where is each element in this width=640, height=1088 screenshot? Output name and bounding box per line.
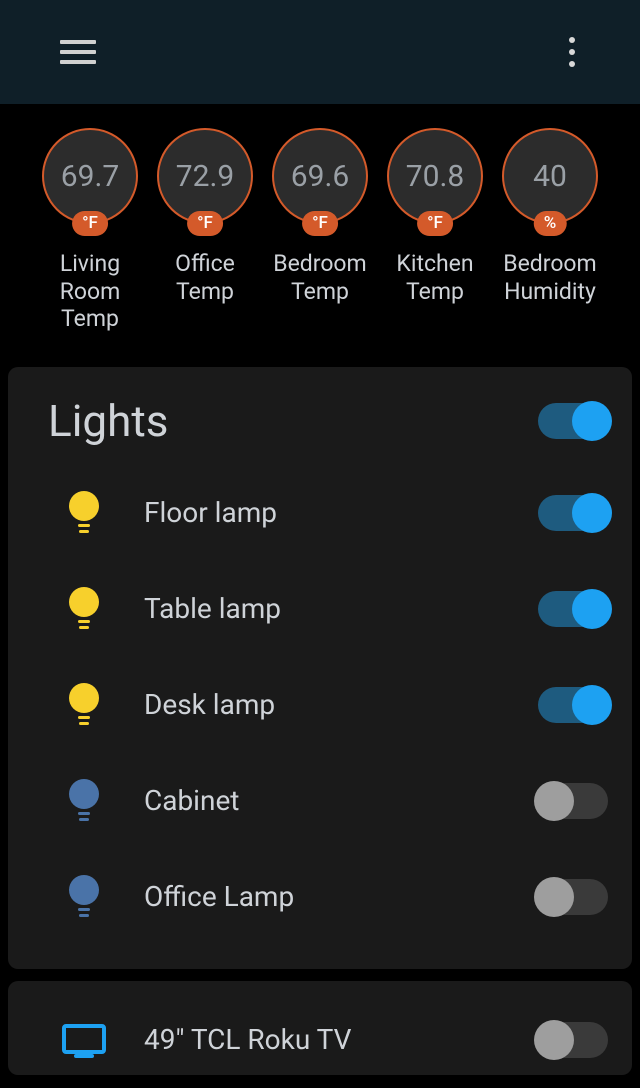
sensor-value: 72.9: [176, 159, 235, 194]
media-label: 49" TCL Roku TV: [144, 1023, 538, 1056]
sensor-value: 40: [533, 159, 567, 194]
light-toggle[interactable]: [538, 783, 608, 819]
sensor-value: 70.8: [406, 159, 465, 194]
unit-badge: °F: [417, 211, 453, 236]
sensor-ring: 69.6 °F: [272, 128, 368, 224]
sensor-strip: 69.7 °F Living Room Temp 72.9 °F Office …: [0, 104, 640, 355]
lights-card: Lights Floor lamp Table lamp Desk lamp C…: [8, 367, 632, 969]
sensor-ring: 72.9 °F: [157, 128, 253, 224]
light-row-office-lamp: Office Lamp: [24, 849, 608, 945]
light-row-cabinet: Cabinet: [24, 753, 608, 849]
tv-icon: [24, 1022, 144, 1058]
sensor-value: 69.7: [61, 159, 120, 194]
bulb-icon: [24, 586, 144, 632]
sensor-ring: 40 %: [502, 128, 598, 224]
light-toggle[interactable]: [538, 687, 608, 723]
light-row-table-lamp: Table lamp: [24, 561, 608, 657]
bulb-icon: [24, 490, 144, 536]
sensor-office-temp[interactable]: 72.9 °F Office Temp: [155, 128, 255, 305]
light-label: Floor lamp: [144, 496, 538, 529]
sensor-ring: 69.7 °F: [42, 128, 138, 224]
lights-master-toggle[interactable]: [538, 403, 608, 439]
light-label: Cabinet: [144, 784, 538, 817]
sensor-bedroom-temp[interactable]: 69.6 °F Bedroom Temp: [270, 128, 370, 305]
unit-badge: °F: [302, 211, 338, 236]
top-bar: [0, 0, 640, 104]
sensor-label: Living Room Temp: [60, 250, 121, 333]
bulb-icon: [24, 874, 144, 920]
light-toggle[interactable]: [538, 591, 608, 627]
unit-badge: °F: [187, 211, 223, 236]
sensor-kitchen-temp[interactable]: 70.8 °F Kitchen Temp: [385, 128, 485, 305]
unit-badge: °F: [72, 211, 108, 236]
unit-badge: %: [534, 211, 567, 236]
sensor-bedroom-humidity[interactable]: 40 % Bedroom Humidity: [500, 128, 600, 305]
media-toggle[interactable]: [538, 1022, 608, 1058]
lights-title: Lights: [48, 395, 168, 447]
light-label: Table lamp: [144, 592, 538, 625]
sensor-value: 69.6: [291, 159, 350, 194]
media-card: 49" TCL Roku TV: [8, 981, 632, 1075]
bulb-icon: [24, 682, 144, 728]
sensor-label: Office Temp: [175, 250, 235, 305]
sensor-label: Bedroom Humidity: [503, 250, 596, 305]
light-label: Office Lamp: [144, 880, 538, 913]
light-label: Desk lamp: [144, 688, 538, 721]
light-toggle[interactable]: [538, 879, 608, 915]
light-toggle[interactable]: [538, 495, 608, 531]
light-row-desk-lamp: Desk lamp: [24, 657, 608, 753]
media-row-tv: 49" TCL Roku TV: [24, 1005, 608, 1075]
sensor-label: Kitchen Temp: [396, 250, 473, 305]
light-row-floor-lamp: Floor lamp: [24, 465, 608, 561]
sensor-living-room-temp[interactable]: 69.7 °F Living Room Temp: [40, 128, 140, 333]
bulb-icon: [24, 778, 144, 824]
sensor-label: Bedroom Temp: [273, 250, 366, 305]
menu-icon[interactable]: [60, 32, 100, 72]
sensor-ring: 70.8 °F: [387, 128, 483, 224]
overflow-menu-icon[interactable]: [552, 32, 592, 72]
